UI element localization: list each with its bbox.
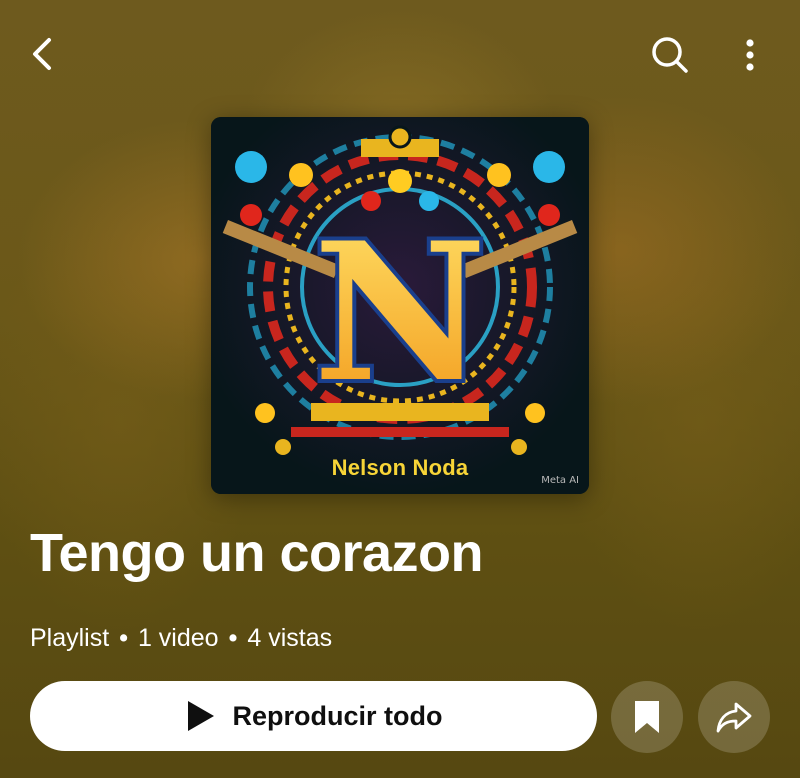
search-icon <box>652 37 688 73</box>
share-button[interactable] <box>698 681 770 753</box>
play-all-button[interactable]: Reproducir todo <box>30 681 597 751</box>
video-count: 1 video <box>137 624 219 652</box>
playlist-thumbnail[interactable]: N Nelson Noda Meta AI <box>211 117 589 494</box>
artwork-caption: Nelson Noda <box>331 455 469 480</box>
artwork-graphic: N <box>211 117 589 494</box>
bookmark-icon <box>635 701 659 733</box>
arrow-left-icon <box>33 38 51 70</box>
play-all-label: Reproducir todo <box>232 700 443 731</box>
view-count: 4 vistas <box>247 624 333 652</box>
save-playlist-button[interactable] <box>611 681 683 753</box>
play-icon <box>187 701 214 731</box>
search-button[interactable] <box>648 33 692 77</box>
playlist-meta: Playlist • 1 video • 4 vistas <box>30 624 332 653</box>
playlist-title: Tengo un corazon <box>30 523 483 583</box>
share-icon <box>716 702 752 733</box>
more-vertical-icon <box>746 39 754 71</box>
more-options-button[interactable] <box>732 33 768 77</box>
meta-separator: • <box>119 624 128 652</box>
meta-separator: • <box>228 624 238 652</box>
playlist-type: Playlist <box>30 624 110 652</box>
back-button[interactable] <box>22 34 62 74</box>
svg-text:N: N <box>313 201 487 424</box>
artwork-watermark: Meta AI <box>541 475 579 486</box>
